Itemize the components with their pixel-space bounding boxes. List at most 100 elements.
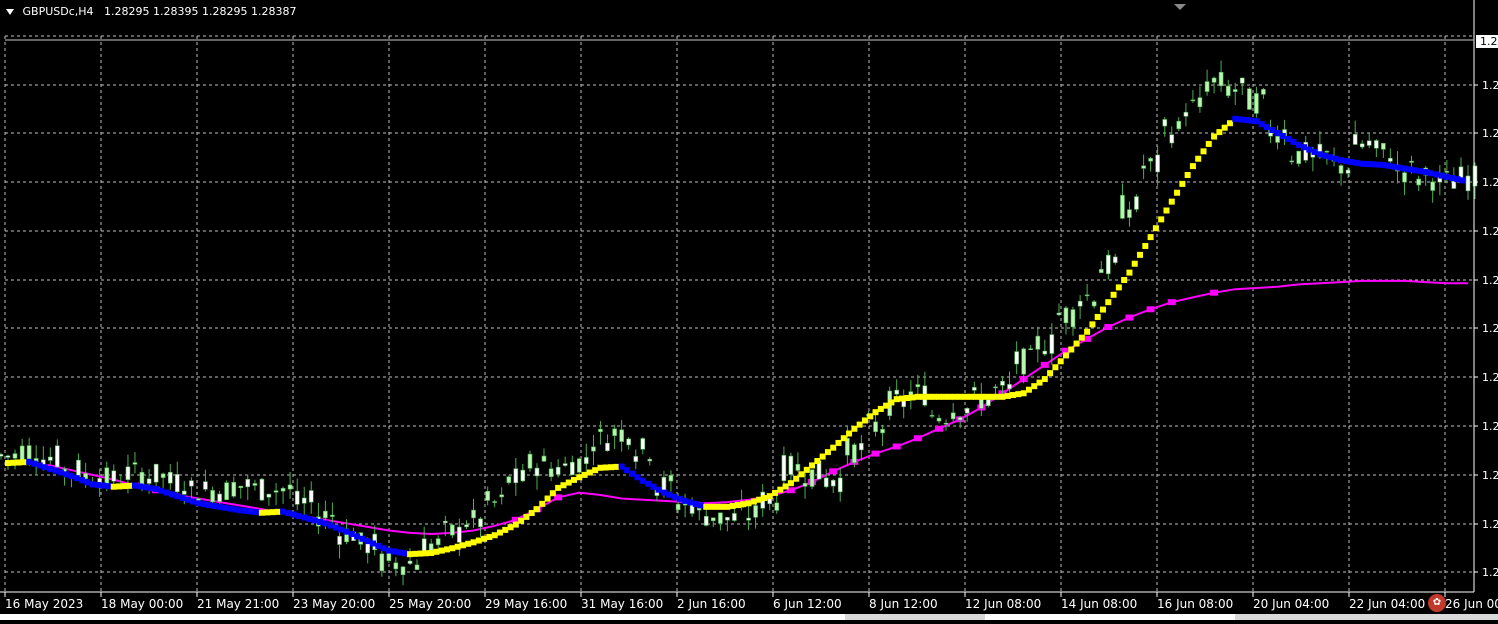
price-tick-label: 1.2 bbox=[1482, 518, 1498, 531]
slow-ma-block bbox=[935, 425, 944, 432]
candle-body bbox=[830, 479, 836, 487]
fast-ma-block bbox=[401, 550, 408, 557]
fast-ma-block bbox=[957, 393, 964, 400]
time-tick-label: 6 Jun 12:00 bbox=[773, 597, 842, 611]
candle-body bbox=[591, 446, 596, 452]
fast-ma-block bbox=[581, 471, 588, 478]
fast-ma-block bbox=[110, 483, 117, 490]
candle-body bbox=[1197, 97, 1203, 108]
price-chart[interactable]: 1.2 1.2 1.2 1.2 1.2 1.2 1.2 1.2 1.2 1.2 1.2 1.2 16 M… bbox=[0, 0, 1498, 620]
candle-body bbox=[485, 490, 490, 501]
candle-body bbox=[0, 454, 4, 457]
fast-ma-block bbox=[724, 503, 731, 510]
candle-body bbox=[788, 455, 794, 475]
fast-ma-block bbox=[999, 393, 1006, 400]
candle-body bbox=[950, 412, 956, 420]
candle-body bbox=[513, 468, 519, 484]
chart-canvas[interactable]: 1.2 1.2 1.2 1.2 1.2 1.2 1.2 1.2 1.2 1.2 1.2 1.2 16 M… bbox=[0, 0, 1498, 620]
fast-ma-block bbox=[1279, 132, 1286, 139]
fast-ma-block bbox=[84, 479, 91, 486]
fast-ma-block bbox=[549, 490, 556, 497]
candle-body bbox=[1218, 71, 1224, 87]
fast-ma-block bbox=[496, 529, 503, 536]
fast-ma-block bbox=[798, 471, 805, 478]
fast-ma-block bbox=[1390, 163, 1397, 170]
candle-body bbox=[1374, 140, 1379, 149]
fast-ma-block bbox=[898, 395, 905, 402]
candle-body bbox=[1239, 77, 1245, 84]
slow-ma-block bbox=[1040, 361, 1049, 368]
fast-ma-block bbox=[301, 514, 308, 521]
fast-ma-block bbox=[936, 393, 943, 400]
fast-ma-block bbox=[941, 393, 948, 400]
candle-body bbox=[111, 470, 117, 482]
fast-ma-block bbox=[380, 545, 387, 552]
scrollbar[interactable] bbox=[985, 614, 1235, 620]
fast-ma-block bbox=[1174, 189, 1181, 196]
fast-ma-block bbox=[946, 393, 953, 400]
fast-ma-block bbox=[518, 517, 525, 524]
candle-body bbox=[1409, 160, 1414, 163]
candle-body bbox=[1183, 111, 1189, 117]
candle-body bbox=[1162, 119, 1168, 127]
fast-ma-block bbox=[560, 482, 567, 489]
fast-ma-block bbox=[100, 482, 107, 489]
fast-ma-block bbox=[20, 459, 27, 466]
triangle-down-icon[interactable] bbox=[6, 9, 14, 15]
fast-ma-block bbox=[1195, 155, 1202, 162]
price-tick-label: 1.2 bbox=[1482, 274, 1498, 287]
fast-ma-block bbox=[1189, 163, 1196, 170]
candle-body bbox=[238, 485, 244, 489]
fast-ma-block bbox=[676, 495, 683, 502]
candle-body bbox=[167, 471, 173, 484]
candle-body bbox=[506, 476, 512, 483]
fast-ma-block bbox=[883, 402, 890, 409]
candle-body bbox=[189, 480, 194, 487]
fast-ma-block bbox=[311, 517, 318, 524]
tab-area[interactable] bbox=[0, 614, 845, 620]
fast-ma-block bbox=[57, 469, 64, 476]
fast-ma-block bbox=[15, 459, 22, 466]
fast-ma-block bbox=[1068, 346, 1075, 353]
fast-ma-block bbox=[295, 512, 302, 519]
candle-body bbox=[1091, 301, 1097, 307]
fast-ma-block bbox=[650, 483, 657, 490]
candle-body bbox=[1444, 171, 1450, 173]
candle-body bbox=[217, 493, 222, 502]
fast-ma-block bbox=[1248, 117, 1255, 124]
candle-body bbox=[612, 428, 617, 436]
time-tick-label: 14 Jun 08:00 bbox=[1061, 597, 1137, 611]
fast-ma-block bbox=[1449, 174, 1456, 181]
candle-body bbox=[203, 481, 208, 490]
fast-ma-block bbox=[877, 405, 884, 412]
fast-ma-block bbox=[1285, 135, 1292, 142]
fast-ma-block bbox=[750, 498, 757, 505]
time-tick-label: 21 May 21:00 bbox=[197, 597, 279, 611]
fast-ma-block bbox=[1454, 176, 1461, 183]
candle-body bbox=[598, 428, 603, 432]
fast-ma-block bbox=[370, 540, 376, 547]
price-tick-label: 1.2 bbox=[1482, 566, 1498, 579]
fast-ma-block bbox=[1216, 129, 1223, 136]
fast-ma-block bbox=[1375, 161, 1382, 168]
candle-body bbox=[746, 517, 751, 521]
fast-ma-block bbox=[10, 459, 17, 466]
fast-ma-block bbox=[391, 548, 398, 555]
fast-ma-block bbox=[5, 460, 11, 467]
fast-ma-block bbox=[703, 503, 710, 510]
fast-ma-block bbox=[1131, 260, 1138, 267]
candle-body bbox=[330, 514, 335, 517]
candle-body bbox=[174, 474, 180, 493]
fast-ma-block bbox=[814, 457, 821, 464]
fast-ma-block bbox=[206, 502, 213, 509]
slow-ma-block bbox=[892, 443, 901, 450]
candle-body bbox=[584, 457, 589, 464]
fast-ma-block bbox=[1179, 180, 1186, 187]
fast-ma-block bbox=[105, 483, 112, 490]
fast-ma-block bbox=[634, 474, 641, 481]
slow-ma-block bbox=[1125, 314, 1134, 321]
time-tick-label: 16 Jun 08:00 bbox=[1157, 597, 1233, 611]
fast-ma-block bbox=[1417, 168, 1424, 175]
fast-ma-block bbox=[454, 543, 461, 550]
time-tick-label: 8 Jun 12:00 bbox=[869, 597, 938, 611]
